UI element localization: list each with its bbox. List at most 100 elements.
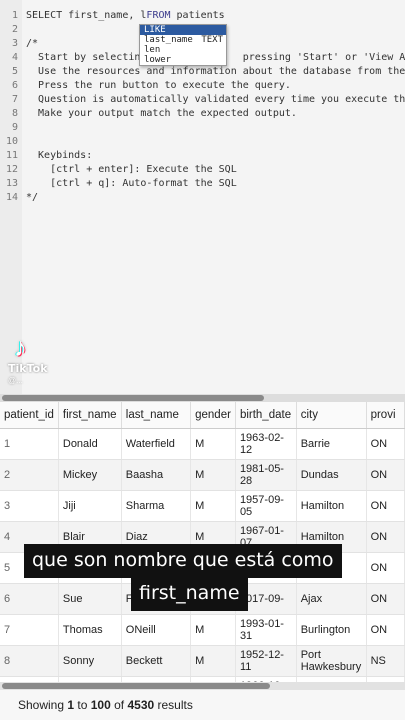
table-cell: Hamilton (296, 490, 367, 522)
table-cell: Jiji (58, 490, 122, 522)
sql-editor[interactable]: 1 SELECT first_name, lFROM patients 2 3/* 4 … (0, 0, 405, 402)
caption-line-1: que son nombre que está como (24, 544, 342, 578)
tiktok-handle: @... (8, 376, 23, 385)
table-cell: ON (366, 490, 405, 522)
code-text: /* (26, 38, 39, 49)
column-header[interactable]: provi (366, 402, 405, 429)
tiktok-logo-icon: ♪ (14, 332, 27, 362)
table-cell: ON (366, 521, 405, 553)
line-number: 7 (11, 94, 18, 105)
table-cell: M (190, 428, 236, 460)
line-number: 2 (11, 24, 18, 35)
code-text: Question is automatically validated ever… (26, 94, 405, 105)
table-cell: ONeill (121, 614, 192, 646)
code-line[interactable]: 5 Use the resources and information abou… (0, 65, 405, 79)
column-header[interactable]: patient_id (0, 402, 59, 429)
table-cell: Sonny (58, 645, 122, 677)
column-header[interactable]: last_name (121, 402, 192, 429)
table-cell: ON (366, 428, 405, 460)
line-number: 5 (11, 66, 18, 77)
code-line[interactable]: 8 Make your output match the expected ou… (0, 107, 405, 121)
column-header[interactable]: city (296, 402, 367, 429)
results-table: patient_id first_name last_name gender birth… (0, 402, 405, 682)
code-line[interactable]: 13 [ctrl + q]: Auto-format the SQL (0, 177, 405, 191)
table-cell: Burlington (296, 614, 367, 646)
table-cell: Sharma (121, 490, 192, 522)
table-cell: ON (366, 614, 405, 646)
sql-keyword: FROM (146, 10, 171, 21)
autocomplete-label: lower (144, 55, 172, 65)
line-number: 13 (5, 178, 18, 189)
table-cell: M (190, 490, 236, 522)
code-line[interactable]: 10 (0, 135, 405, 149)
table-cell: 6 (0, 583, 59, 615)
footer-suffix: results (154, 698, 193, 712)
table-cell: Waterfield (121, 428, 192, 460)
table-cell: M (190, 459, 236, 491)
autocomplete-label: LIKE (144, 25, 166, 35)
line-number: 8 (11, 108, 18, 119)
table-cell: 8 (0, 645, 59, 677)
table-cell: Donald (58, 428, 122, 460)
caption-line-2: first_name (131, 577, 248, 611)
autocomplete-item[interactable]: last_name TEXT (140, 35, 226, 45)
code-text: Make your output match the expected outp… (26, 108, 297, 119)
table-row: 3 Jiji Sharma M 1957-09-05 Hamilton ON (0, 490, 405, 522)
table-cell: Dundas (296, 459, 367, 491)
table-row: 2 Mickey Baasha M 1981-05-28 Dundas ON (0, 459, 405, 491)
code-line[interactable]: 11 Keybinds: (0, 149, 405, 163)
results-scroll-thumb[interactable] (2, 683, 270, 689)
code-line[interactable]: 14 */ (0, 191, 405, 205)
footer-total: 4530 (127, 698, 155, 712)
footer-of-word: of (110, 698, 128, 712)
footer-prefix: Showing (18, 698, 68, 712)
table-cell: 1981-05-28 (235, 459, 297, 491)
footer-to-word: to (74, 698, 91, 712)
autocomplete-label: len (144, 45, 161, 55)
autocomplete-dropdown[interactable]: LIKE last_name TEXT len lower (139, 24, 227, 66)
table-header-row: patient_id first_name last_name gender birth… (0, 402, 405, 429)
code-text: Press the run button to execute the quer… (26, 80, 291, 91)
code-line[interactable]: 7 Question is automatically validated ev… (0, 93, 405, 107)
table-row: 8 Sonny Beckett M 1952-12-11 Port Hawkesbury N… (0, 645, 405, 677)
table-cell: 1952-12-11 (235, 645, 297, 677)
results-horizontal-scrollbar[interactable] (0, 682, 405, 690)
editor-horizontal-scrollbar[interactable] (0, 394, 405, 402)
line-number: 4 (11, 52, 18, 63)
table-cell: Thomas (58, 614, 122, 646)
code-text: [ctrl + enter]: Execute the SQL (26, 164, 237, 175)
line-number: 10 (5, 136, 18, 147)
column-header[interactable]: gender (190, 402, 236, 429)
autocomplete-item[interactable]: LIKE (140, 25, 226, 35)
code-line[interactable]: 6 Press the run button to execute the qu… (0, 79, 405, 93)
table-cell: M (190, 614, 236, 646)
tiktok-watermark: ♪ TikTok @... (8, 332, 68, 386)
code-line[interactable]: 12 [ctrl + enter]: Execute the SQL (0, 163, 405, 177)
table-cell: ON (366, 583, 405, 615)
code-text: SELECT first_name, lFROM patients (26, 9, 225, 23)
line-number: 14 (5, 192, 18, 203)
column-header[interactable]: birth_date (235, 402, 297, 429)
autocomplete-item[interactable]: len (140, 45, 226, 55)
code-segment: SELECT first_name, l (26, 10, 147, 21)
table-cell: M (190, 645, 236, 677)
autocomplete-label: last_name (144, 35, 193, 45)
table-cell: ON (366, 552, 405, 584)
table-cell: NS (366, 645, 405, 677)
table-cell: Mickey (58, 459, 122, 491)
footer-to: 100 (90, 698, 111, 712)
table-cell: Port Hawkesbury (296, 645, 367, 677)
line-number: 1 (11, 10, 18, 21)
code-line[interactable]: 9 (0, 121, 405, 135)
column-header[interactable]: first_name (58, 402, 122, 429)
autocomplete-item[interactable]: lower (140, 55, 226, 65)
table-cell: 2 (0, 459, 59, 491)
table-cell: ON (366, 459, 405, 491)
code-line[interactable]: 1 SELECT first_name, lFROM patients (0, 9, 405, 23)
line-number: 9 (11, 122, 18, 133)
editor-scroll-thumb[interactable] (2, 395, 264, 401)
results-footer: Showing 1 to 100 of 4530 results (0, 690, 405, 720)
tiktok-wordmark: TikTok (8, 362, 48, 375)
code-text: Keybinds: (26, 150, 93, 161)
table-cell: 1 (0, 428, 59, 460)
